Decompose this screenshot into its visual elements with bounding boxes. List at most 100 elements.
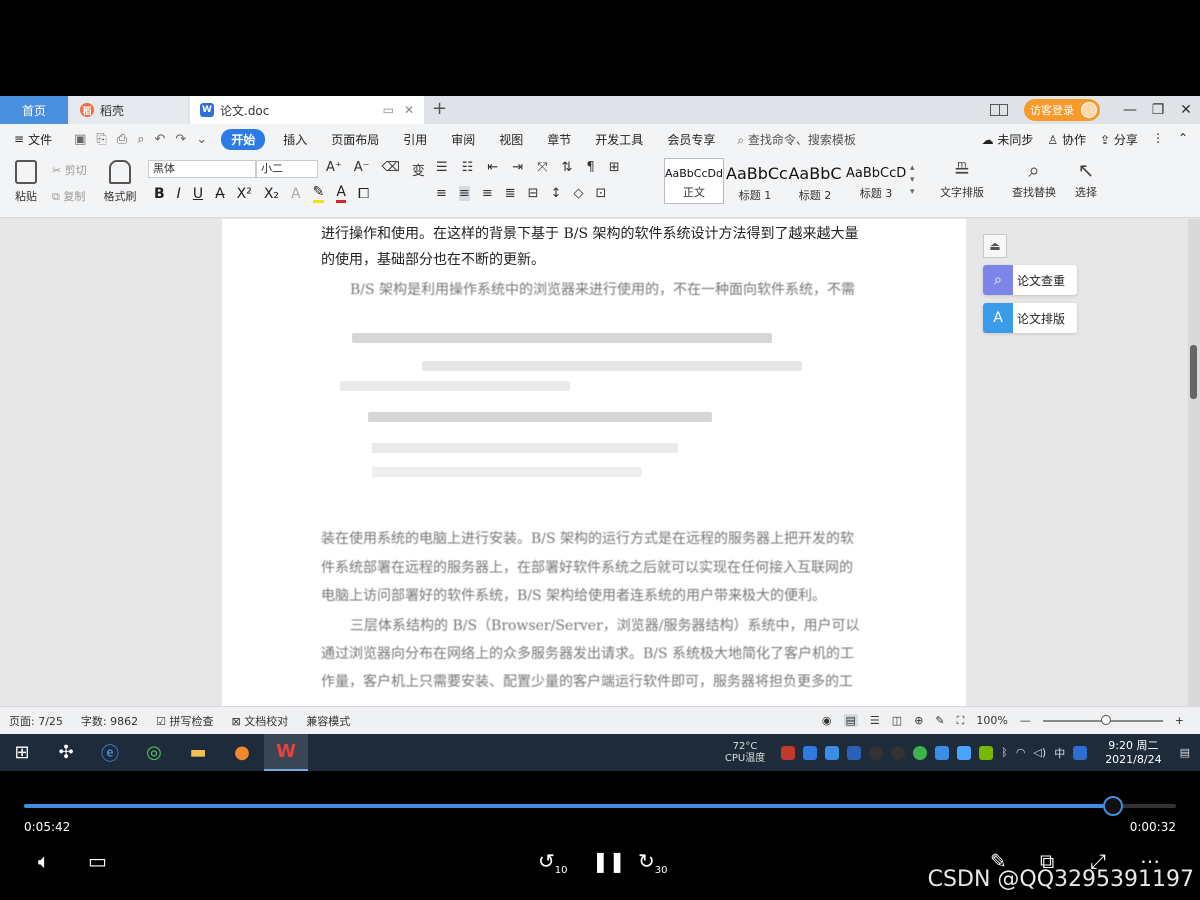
close-tab-icon[interactable]: ✕ <box>404 103 414 117</box>
more-dropdown-icon[interactable]: ⌄ <box>196 132 207 147</box>
export-icon[interactable]: ⎘ <box>96 132 106 147</box>
progress-knob[interactable] <box>1102 796 1123 816</box>
menu-developer[interactable]: 开发工具 <box>583 131 655 148</box>
clear-format-icon[interactable]: ⌫ <box>382 160 400 179</box>
align-left-icon[interactable]: ≡ <box>436 186 447 201</box>
word-count[interactable]: 字数: 9862 <box>72 713 147 729</box>
taskbar-app-wps[interactable]: W <box>264 734 308 771</box>
ime-indicator[interactable]: 中 <box>1054 745 1065 761</box>
zoom-in-icon[interactable]: + <box>1175 714 1184 727</box>
italic-icon[interactable]: I <box>177 186 181 202</box>
ruler-icon[interactable]: ⊞ <box>609 160 620 175</box>
taskbar-app-ie[interactable]: ⓔ <box>88 734 132 771</box>
collaborate-button[interactable]: ♙ 协作 <box>1047 131 1086 148</box>
increase-indent-icon[interactable]: ⇥ <box>512 160 523 175</box>
char-border-icon[interactable]: ⧠ <box>358 186 369 202</box>
zoom-level[interactable]: 100% <box>976 714 1007 727</box>
command-search[interactable]: ⌕ 查找命令、搜索模板 <box>727 131 866 148</box>
vertical-scrollbar[interactable] <box>1188 219 1200 706</box>
menu-page-layout[interactable]: 页面布局 <box>319 131 391 148</box>
zoom-slider-knob[interactable] <box>1100 714 1111 725</box>
new-tab-button[interactable]: + <box>432 98 447 119</box>
subtitles-button[interactable]: ▭ <box>88 849 107 873</box>
reading-mode-icon[interactable] <box>990 104 1008 116</box>
notification-icon[interactable]: ▤ <box>1180 746 1190 759</box>
copy-button[interactable]: ⧉ 复制 <box>52 188 85 204</box>
style-heading-2[interactable]: AaBbC 标题 2 <box>786 158 844 204</box>
find-replace-button[interactable]: ⌕ 查找替换 <box>1004 158 1064 200</box>
tab-daoke[interactable]: 稻 稻壳 <box>70 96 188 124</box>
tray-app-icon[interactable] <box>781 745 796 760</box>
menu-start[interactable]: 开始 <box>221 128 266 150</box>
grow-font-icon[interactable]: A⁺ <box>326 160 342 179</box>
eye-protection-icon[interactable]: ◉ <box>822 714 832 727</box>
menu-review[interactable]: 审阅 <box>439 131 487 148</box>
font-color-icon[interactable]: A <box>336 184 346 203</box>
text-layout-button[interactable]: ≞ 文字排版 <box>934 158 990 200</box>
style-normal[interactable]: AaBbCcDd 正文 <box>664 158 724 204</box>
more-icon[interactable]: ⋮ <box>1152 131 1164 148</box>
subscript-icon[interactable]: X₂ <box>264 186 279 202</box>
zoom-out-icon[interactable]: — <box>1020 714 1031 727</box>
fit-page-icon[interactable]: ⛶ <box>957 714 965 728</box>
tray-app-icon[interactable] <box>957 745 972 760</box>
format-painter-button[interactable]: 格式刷 <box>100 156 140 204</box>
menu-section[interactable]: 章节 <box>535 131 583 148</box>
font-name-select[interactable]: 黑体 <box>148 160 256 178</box>
float-window-icon[interactable]: ▭ <box>383 103 394 117</box>
align-center-icon[interactable]: ≡ <box>458 186 470 201</box>
spell-check-button[interactable]: ☑ 拼写检查 <box>147 713 222 729</box>
volume-icon[interactable]: ◁) <box>1033 746 1046 759</box>
restore-icon[interactable]: ❐ <box>1144 102 1172 118</box>
taskbar-app-game[interactable]: ● <box>220 734 264 771</box>
tray-app-icon[interactable] <box>913 745 928 760</box>
paper-check-button[interactable]: ⌕ 论文查重 <box>983 265 1077 295</box>
minimize-icon[interactable]: — <box>1116 102 1144 118</box>
shading-icon[interactable]: ◇ <box>573 186 583 201</box>
highlight-icon[interactable]: ✎ <box>312 184 325 203</box>
strikethrough-icon[interactable]: A̶ <box>215 186 225 202</box>
write-mode-icon[interactable]: ✎ <box>935 714 944 727</box>
pause-button[interactable]: ❚❚ <box>592 849 626 873</box>
paper-layout-button[interactable]: A 论文排版 <box>983 303 1077 333</box>
tray-app-icon[interactable] <box>1073 745 1088 760</box>
qq-icon[interactable] <box>869 745 884 760</box>
justify-icon[interactable]: ≣ <box>505 186 516 201</box>
taskbar-app-browser[interactable]: ◎ <box>132 734 176 771</box>
doc-proof-button[interactable]: ⊠ 文档校对 <box>222 713 297 729</box>
scrollbar-thumb[interactable] <box>1190 345 1197 399</box>
skip-back-button[interactable]: ↺10 <box>538 849 568 876</box>
tray-app-icon[interactable] <box>935 745 950 760</box>
bluetooth-icon[interactable]: ᛒ <box>1001 746 1008 759</box>
print-icon[interactable]: ⎙ <box>117 132 127 147</box>
phonetic-guide-icon[interactable]: 变 <box>412 160 425 179</box>
distribute-icon[interactable]: ⊟ <box>528 186 539 201</box>
style-gallery-scroll[interactable]: ▴ ▾ ▾ <box>910 162 915 198</box>
tab-home[interactable]: 首页 <box>0 96 68 124</box>
side-panel-collapse-button[interactable]: ⏏ <box>983 234 1007 258</box>
cpu-temp-widget[interactable]: 72°C CPU温度 <box>725 741 765 765</box>
taskbar-app-explorer[interactable]: ▬ <box>176 734 220 771</box>
visitor-login-button[interactable]: 访客登录 <box>1024 99 1100 121</box>
text-effect-icon[interactable]: A <box>291 186 301 202</box>
outline-view-icon[interactable]: ☰ <box>870 714 880 727</box>
superscript-icon[interactable]: X² <box>237 186 252 202</box>
numbered-list-icon[interactable]: ☷ <box>462 160 474 175</box>
cut-button[interactable]: ✂ 剪切 <box>52 162 87 178</box>
tray-app-icon[interactable] <box>803 745 818 760</box>
bold-icon[interactable]: B <box>154 186 165 202</box>
style-heading-3[interactable]: AaBbCcD 标题 3 <box>846 158 906 204</box>
borders-icon[interactable]: ⊡ <box>595 186 606 201</box>
line-spacing-icon[interactable]: ↕ <box>551 186 562 201</box>
redo-icon[interactable]: ↷ <box>175 132 186 147</box>
font-size-select[interactable]: 小二 <box>256 160 318 178</box>
print-preview-icon[interactable]: ⌕ <box>137 132 144 147</box>
menu-member[interactable]: 会员专享 <box>655 131 727 148</box>
align-right-icon[interactable]: ≡ <box>482 186 493 201</box>
select-button[interactable]: ↖ 选择 <box>1068 158 1104 200</box>
nvidia-icon[interactable] <box>979 745 994 760</box>
share-button[interactable]: ⇪ 分享 <box>1100 131 1138 148</box>
paste-button[interactable]: 粘贴 <box>6 156 46 204</box>
tab-document[interactable]: W 论文.doc ▭ ✕ <box>190 96 424 124</box>
taskbar-app-fan[interactable]: ✣ <box>44 734 88 771</box>
